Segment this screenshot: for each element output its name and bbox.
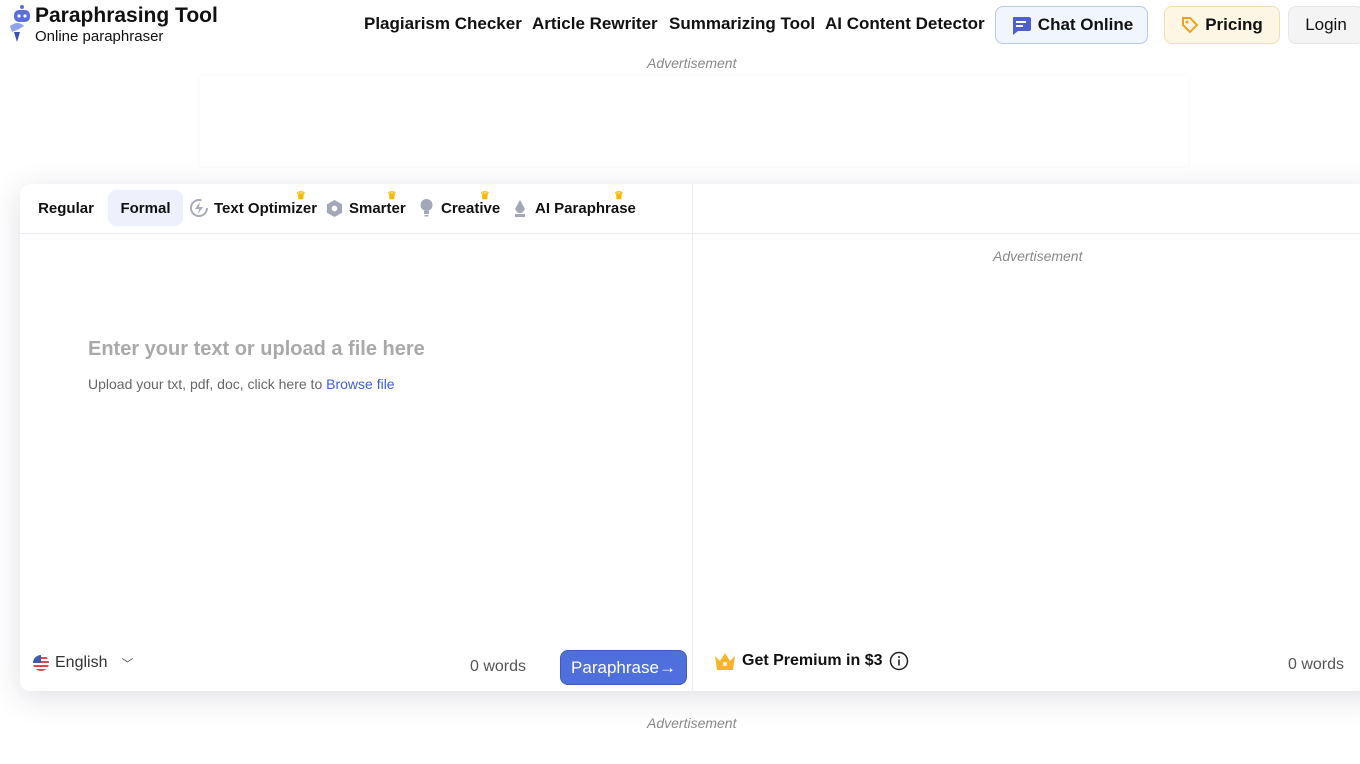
lightning-icon — [190, 199, 208, 217]
input-word-count: 0 words — [470, 658, 527, 675]
panel-divider — [692, 184, 693, 691]
tab-ai-paraphrase-label: AI Paraphrase — [535, 199, 636, 217]
bulb-icon — [420, 199, 433, 217]
upload-text: Upload your txt, pdf, doc, click here to — [88, 376, 323, 392]
login-button[interactable]: Login — [1288, 6, 1360, 44]
nav-article-rewriter[interactable]: Article Rewriter — [532, 14, 658, 34]
site-title[interactable]: Paraphrasing Tool — [35, 4, 218, 28]
tab-regular[interactable]: Regular — [28, 190, 104, 226]
upload-hint: Upload your txt, pdf, doc, click here to… — [88, 376, 395, 392]
tab-creative[interactable]: Creative ♛ — [417, 190, 500, 226]
output-word-count: 0 words — [1288, 656, 1345, 673]
paraphrase-button[interactable]: Paraphrase → — [560, 650, 687, 685]
tab-formal-label: Formal — [120, 199, 171, 217]
language-select[interactable]: English ﹀ — [33, 654, 134, 672]
chevron-down-icon: ﹀ — [121, 656, 134, 671]
premium-label: Get Premium in $3 — [742, 652, 883, 669]
paraphrase-card — [20, 184, 1360, 691]
tab-ai-paraphrase[interactable]: AI Paraphrase ♛ — [510, 190, 636, 226]
chat-online-button[interactable]: Chat Online — [995, 6, 1148, 44]
info-icon[interactable] — [889, 651, 909, 671]
nav-plagiarism-checker[interactable]: Plagiarism Checker — [364, 14, 522, 34]
crown-icon: ♛ — [387, 190, 397, 202]
advertisement-label: Advertisement — [647, 55, 737, 71]
nav-summarizing-tool[interactable]: Summarizing Tool — [669, 14, 815, 34]
chat-online-label: Chat Online — [1037, 15, 1134, 34]
tab-text-optimizer-label: Text Optimizer — [214, 199, 318, 217]
site-subtitle: Online paraphraser — [35, 28, 164, 45]
tab-smarter-label: Smarter — [349, 199, 406, 217]
crown-icon: ♛ — [296, 190, 306, 202]
crown-icon — [715, 653, 735, 670]
hexagon-icon — [326, 199, 343, 217]
advertisement-label: Advertisement — [647, 715, 737, 731]
text-input[interactable]: Enter your text or upload a file here — [88, 338, 425, 361]
advertisement-banner[interactable] — [200, 76, 1188, 166]
pricing-button[interactable]: Pricing — [1164, 6, 1280, 44]
browse-file-link[interactable]: Browse file — [326, 376, 394, 392]
chat-icon — [1012, 17, 1031, 35]
tabs-divider — [20, 233, 1360, 234]
get-premium-link[interactable]: Get Premium in $3 — [714, 651, 909, 671]
crown-icon: ♛ — [480, 190, 490, 202]
us-flag-icon — [33, 655, 49, 671]
tab-smarter[interactable]: Smarter ♛ — [325, 190, 406, 226]
crown-icon: ♛ — [614, 190, 624, 202]
pricing-label: Pricing — [1205, 15, 1263, 34]
paraphrase-label: Paraphrase — [571, 657, 659, 677]
pen-icon — [515, 200, 525, 217]
advertisement-label: Advertisement — [993, 248, 1083, 264]
tab-creative-label: Creative — [441, 199, 501, 217]
tab-text-optimizer[interactable]: Text Optimizer ♛ — [189, 190, 317, 226]
robot-logo-icon — [10, 5, 30, 42]
tab-formal[interactable]: Formal — [108, 190, 183, 226]
nav-ai-content-detector[interactable]: AI Content Detector — [825, 14, 985, 34]
language-label: English — [55, 654, 108, 671]
arrow-right-icon: → — [658, 657, 676, 677]
price-tag-icon — [1182, 17, 1199, 34]
tab-regular-label: Regular — [38, 199, 94, 217]
